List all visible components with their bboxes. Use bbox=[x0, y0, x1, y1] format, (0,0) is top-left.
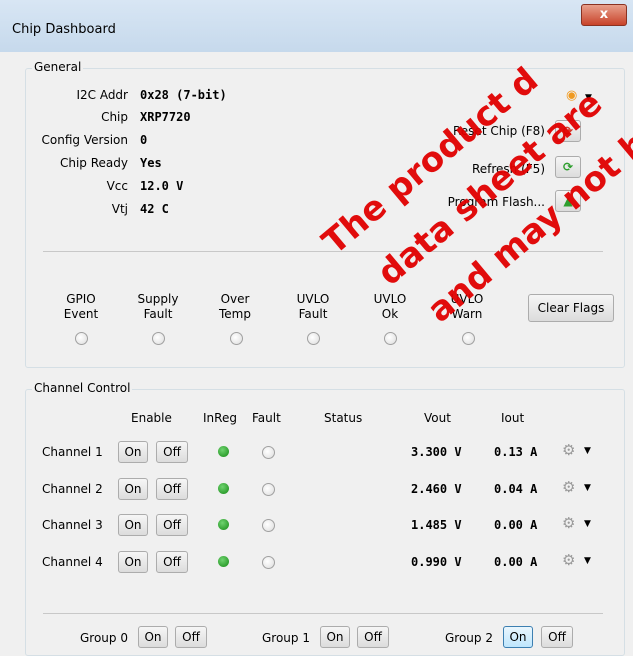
vtj-label: Vtj bbox=[111, 202, 128, 216]
channel-2-on-button[interactable]: On bbox=[118, 478, 148, 500]
vcc-value: 12.0 V bbox=[140, 179, 184, 193]
chevron-down-icon[interactable]: ▼ bbox=[585, 93, 592, 103]
over-temp-label: Over Temp bbox=[219, 292, 251, 321]
fault-header: Fault bbox=[252, 411, 281, 425]
uvlo-warn-label: UVLO Warn bbox=[450, 292, 484, 321]
general-divider bbox=[43, 251, 603, 252]
channel-3-off-button[interactable]: Off bbox=[156, 514, 188, 536]
channel-1-inreg-indicator bbox=[218, 446, 229, 457]
vout-header: Vout bbox=[424, 411, 451, 425]
channel-4-iout: 0.00 A bbox=[494, 555, 538, 569]
channel-3-vout: 1.485 V bbox=[411, 518, 462, 532]
i2c-addr-value: 0x28 (7-bit) bbox=[140, 88, 227, 102]
group-2-label: Group 2 bbox=[445, 631, 493, 645]
channel-4-chevron-down-icon[interactable]: ▼ bbox=[584, 556, 591, 566]
gpio-event-indicator bbox=[75, 332, 88, 345]
channel-3-inreg-indicator bbox=[218, 519, 229, 530]
channel-1-on-button[interactable]: On bbox=[118, 441, 148, 463]
channel-3-chevron-down-icon[interactable]: ▼ bbox=[584, 519, 591, 529]
channel-2-label: Channel 2 bbox=[42, 482, 103, 496]
channel-1-vout: 3.300 V bbox=[411, 445, 462, 459]
channel-4-settings-gear-icon[interactable]: ⚙ bbox=[562, 551, 575, 569]
channel-4-vout: 0.990 V bbox=[411, 555, 462, 569]
supply-fault-label: Supply Fault bbox=[137, 292, 179, 321]
iout-header: Iout bbox=[501, 411, 525, 425]
channel-4-off-button[interactable]: Off bbox=[156, 551, 188, 573]
program-flash-button[interactable]: ▲ bbox=[555, 190, 581, 212]
uvlo-warn-indicator bbox=[462, 332, 475, 345]
vcc-label: Vcc bbox=[106, 179, 128, 193]
channel-3-on-button[interactable]: On bbox=[118, 514, 148, 536]
refresh-button[interactable]: ⟳ bbox=[555, 156, 581, 178]
window-title: Chip Dashboard bbox=[12, 22, 116, 37]
channel-2-inreg-indicator bbox=[218, 483, 229, 494]
reset-chip-label: Reset Chip (F8) bbox=[453, 124, 545, 138]
channel-1-chevron-down-icon[interactable]: ▼ bbox=[584, 446, 591, 456]
general-legend: General bbox=[32, 60, 84, 74]
channel-2-vout: 2.460 V bbox=[411, 482, 462, 496]
close-button[interactable]: x bbox=[581, 4, 627, 26]
status-header: Status bbox=[324, 411, 363, 425]
program-flash-label: Program Flash... bbox=[447, 195, 545, 209]
i2c-addr-label: I2C Addr bbox=[76, 88, 128, 102]
channel-1-settings-gear-icon[interactable]: ⚙ bbox=[562, 441, 575, 459]
supply-fault-indicator bbox=[152, 332, 165, 345]
channel-2-fault-indicator bbox=[262, 483, 275, 496]
channel-2-off-button[interactable]: Off bbox=[156, 478, 188, 500]
clear-flags-button[interactable]: Clear Flags bbox=[528, 294, 614, 322]
group-0-on-button[interactable]: On bbox=[138, 626, 168, 648]
group-0-label: Group 0 bbox=[80, 631, 128, 645]
channel-2-settings-gear-icon[interactable]: ⚙ bbox=[562, 478, 575, 496]
chip-value: XRP7720 bbox=[140, 110, 191, 124]
group-1-off-button[interactable]: Off bbox=[357, 626, 389, 648]
channel-3-settings-gear-icon[interactable]: ⚙ bbox=[562, 514, 575, 532]
rss-menu-icon[interactable]: ◉ bbox=[566, 88, 577, 103]
uvlo-ok-indicator bbox=[384, 332, 397, 345]
refresh-label: Refresh (F5) bbox=[471, 162, 545, 176]
chip-ready-label: Chip Ready bbox=[59, 156, 128, 170]
gpio-event-label: GPIO Event bbox=[63, 292, 99, 321]
chip-label: Chip bbox=[101, 110, 128, 124]
uvlo-fault-indicator bbox=[307, 332, 320, 345]
channel-4-on-button[interactable]: On bbox=[118, 551, 148, 573]
group-1-on-button[interactable]: On bbox=[320, 626, 350, 648]
config-version-label: Config Version bbox=[41, 133, 128, 147]
channel-2-iout: 0.04 A bbox=[494, 482, 538, 496]
enable-header: Enable bbox=[131, 411, 172, 425]
channel-4-label: Channel 4 bbox=[42, 555, 103, 569]
channel-control-legend: Channel Control bbox=[32, 381, 133, 395]
group-2-off-button[interactable]: Off bbox=[541, 626, 573, 648]
channel-2-chevron-down-icon[interactable]: ▼ bbox=[584, 483, 591, 493]
inreg-header: InReg bbox=[203, 411, 237, 425]
group-0-off-button[interactable]: Off bbox=[175, 626, 207, 648]
over-temp-indicator bbox=[230, 332, 243, 345]
channel-1-off-button[interactable]: Off bbox=[156, 441, 188, 463]
title-bar: Chip Dashboard x bbox=[0, 0, 633, 52]
channel-1-iout: 0.13 A bbox=[494, 445, 538, 459]
channel-1-fault-indicator bbox=[262, 446, 275, 459]
reset-chip-button[interactable]: ⟳ bbox=[555, 120, 581, 142]
uvlo-ok-label: UVLO Ok bbox=[373, 292, 407, 321]
channel-4-fault-indicator bbox=[262, 556, 275, 569]
config-version-value: 0 bbox=[140, 133, 148, 147]
channel-4-inreg-indicator bbox=[218, 556, 229, 567]
chip-ready-value: Yes bbox=[140, 156, 162, 170]
channel-3-iout: 0.00 A bbox=[494, 518, 538, 532]
vtj-value: 42 C bbox=[140, 202, 169, 216]
channel-1-label: Channel 1 bbox=[42, 445, 103, 459]
main-panel: General I2C Addr 0x28 (7-bit) Chip XRP77… bbox=[0, 52, 633, 656]
channel-divider bbox=[43, 613, 603, 614]
group-2-on-button[interactable]: On bbox=[503, 626, 533, 648]
channel-3-fault-indicator bbox=[262, 519, 275, 532]
channel-3-label: Channel 3 bbox=[42, 518, 103, 532]
uvlo-fault-label: UVLO Fault bbox=[296, 292, 330, 321]
group-1-label: Group 1 bbox=[262, 631, 310, 645]
